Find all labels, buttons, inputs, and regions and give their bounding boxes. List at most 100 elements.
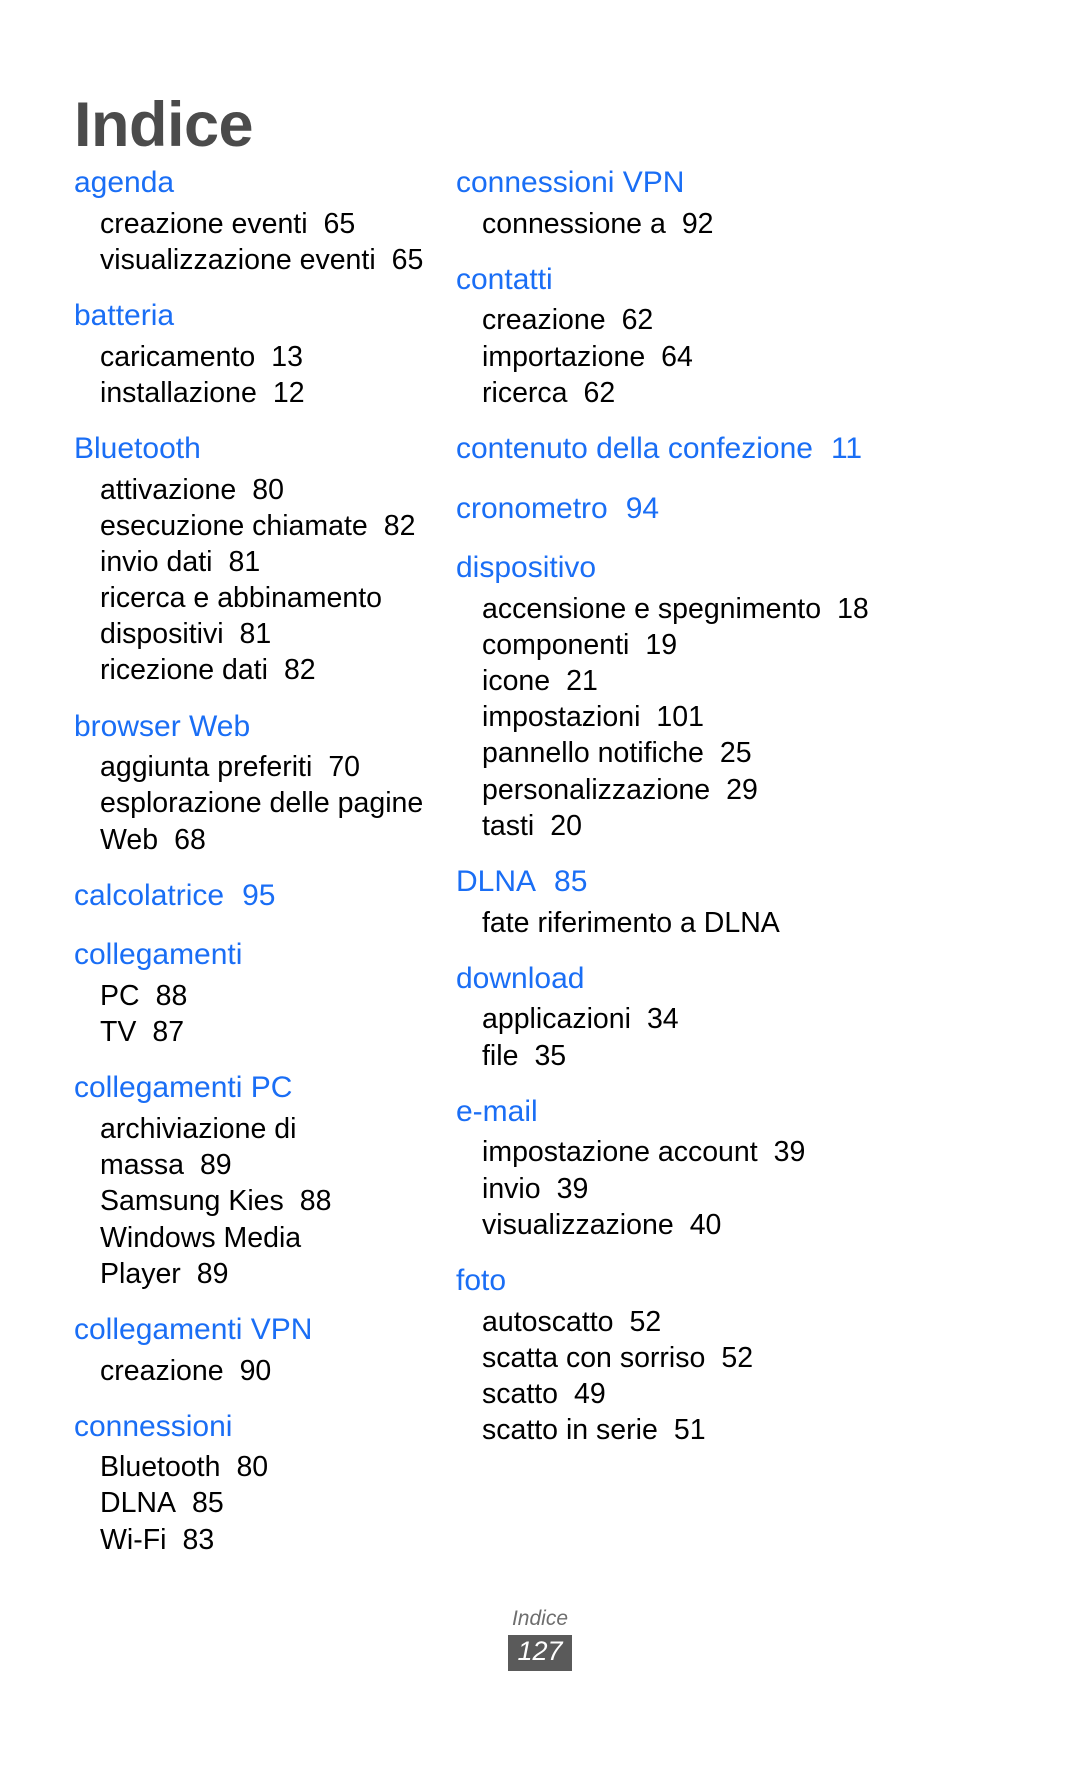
index-subentry[interactable]: Windows Media Player 89 [74, 1220, 430, 1292]
index-subentry[interactable]: Wi-Fi 83 [74, 1522, 430, 1558]
index-subentry[interactable]: fate riferimento a DLNA [456, 905, 990, 941]
index-entry: collegamenti VPN creazione 90 [74, 1309, 430, 1389]
index-subentry[interactable]: esecuzione chiamate 82 [74, 508, 430, 544]
index-entry-heading[interactable]: cronometro 94 [456, 488, 990, 531]
index-subentry-label: fate riferimento a DLNA [482, 906, 780, 939]
index-subentry[interactable]: applicazioni 34 [456, 1001, 990, 1037]
index-entry-heading-label: DLNA [456, 865, 537, 899]
index-entry-heading[interactable]: batteria [74, 295, 430, 338]
index-entry-heading-page: 11 [830, 431, 863, 465]
index-subentry-page: 65 [323, 207, 356, 240]
index-subentry-list: autoscatto 52 scatta con sorriso 52 scatto 49… [456, 1304, 990, 1449]
index-subentry-list: caricamento 13 installazione 12 [74, 339, 430, 411]
index-subentry[interactable]: connessione a 92 [456, 206, 990, 242]
index-subentry[interactable]: accensione e spegnimento 18 [456, 591, 990, 627]
index-subentry-list: accensione e spegnimento 18 componenti 19 ic… [456, 591, 990, 844]
index-subentry[interactable]: PC 88 [74, 978, 430, 1014]
index-subentry-page: 81 [239, 618, 272, 651]
index-entry-heading[interactable]: collegamenti VPN [74, 1309, 430, 1352]
index-subentry[interactable]: creazione 90 [74, 1353, 430, 1389]
index-subentry-label: file [482, 1039, 519, 1072]
index-subentry[interactable]: installazione 12 [74, 375, 430, 411]
index-subentry-list: attivazione 80 esecuzione chiamate 82 invio … [74, 472, 430, 689]
index-subentry[interactable]: impostazione account 39 [456, 1134, 990, 1170]
index-subentry-label: Wi-Fi [100, 1523, 167, 1556]
index-subentry-list: creazione 62 importazione 64 ricerca 62 [456, 302, 990, 411]
index-entry-heading[interactable]: contatti [456, 259, 990, 302]
index-subentry-label: TV [100, 1016, 137, 1049]
index-subentry[interactable]: DLNA 85 [74, 1485, 430, 1521]
index-subentry[interactable]: Samsung Kies 88 [74, 1183, 430, 1219]
index-subentry[interactable]: importazione 64 [456, 339, 990, 375]
index-subentry[interactable]: visualizzazione eventi 65 [74, 242, 430, 278]
index-subentry[interactable]: invio 39 [456, 1171, 990, 1207]
index-subentry[interactable]: caricamento 13 [74, 339, 430, 375]
index-subentry[interactable]: file 35 [456, 1038, 990, 1074]
index-subentry[interactable]: scatto in serie 51 [456, 1412, 990, 1448]
index-subentry[interactable]: pannello notifiche 25 [456, 735, 990, 771]
index-subentry[interactable]: ricerca 62 [456, 375, 990, 411]
index-subentry-page: 70 [328, 751, 361, 784]
index-subentry-label: Samsung Kies [100, 1185, 284, 1218]
index-subentry[interactable]: creazione eventi 65 [74, 206, 430, 242]
index-subentry[interactable]: componenti 19 [456, 627, 990, 663]
index-subentry-page: 82 [283, 654, 316, 687]
index-entry-heading-label: dispositivo [456, 551, 597, 585]
index-entry-heading[interactable]: foto [456, 1260, 990, 1303]
index-entry: collegamenti PC 88 TV 87 [74, 934, 430, 1050]
index-subentry[interactable]: esplorazione delle pagine Web 68 [74, 785, 430, 857]
index-entry-heading[interactable]: agenda [74, 162, 430, 205]
left-column: agenda creazione eventi 65 visualizzazione … [0, 162, 430, 1558]
index-subentry-page: 68 [174, 823, 206, 856]
index-subentry[interactable]: tasti 20 [456, 808, 990, 844]
index-entry-heading[interactable]: e-mail [456, 1091, 990, 1134]
index-subentry-page: 13 [271, 340, 303, 373]
index-subentry[interactable]: TV 87 [74, 1014, 430, 1050]
index-subentry[interactable]: scatto 49 [456, 1376, 990, 1412]
index-subentry[interactable]: ricerca e abbinamento dispositivi 81 [74, 580, 430, 652]
index-subentry-label: Bluetooth [100, 1451, 221, 1484]
index-subentry[interactable]: visualizzazione 40 [456, 1207, 990, 1243]
index-subentry[interactable]: aggiunta preferiti 70 [74, 749, 430, 785]
index-subentry[interactable]: impostazioni 101 [456, 699, 990, 735]
index-entry-heading[interactable]: download [456, 958, 990, 1001]
index-entry: Bluetooth attivazione 80 esecuzione chiamat… [74, 428, 430, 689]
index-subentry-label: importazione [482, 340, 646, 373]
index-subentry-page: 90 [239, 1354, 272, 1387]
index-entry-heading[interactable]: browser Web [74, 706, 430, 749]
index-subentry-page: 20 [550, 809, 582, 842]
index-entry-heading[interactable]: connessioni [74, 1406, 430, 1449]
index-subentry-label: visualizzazione eventi [100, 243, 376, 276]
index-entry-heading[interactable]: collegamenti PC [74, 1067, 430, 1110]
index-entry-heading-label: e-mail [456, 1094, 538, 1128]
index-entry-heading-label: contatti [456, 262, 553, 296]
index-entry-heading[interactable]: dispositivo [456, 547, 990, 590]
index-entry-heading[interactable]: calcolatrice 95 [74, 875, 430, 918]
index-subentry[interactable]: autoscatto 52 [456, 1304, 990, 1340]
index-subentry[interactable]: scatta con sorriso 52 [456, 1340, 990, 1376]
index-subentry[interactable]: icone 21 [456, 663, 990, 699]
index-subentry[interactable]: invio dati 81 [74, 544, 430, 580]
index-entry-heading[interactable]: Bluetooth [74, 428, 430, 471]
index-subentry-page: 29 [726, 773, 758, 806]
index-subentry-page: 101 [656, 701, 704, 734]
index-subentry-list: fate riferimento a DLNA [456, 905, 990, 941]
index-entry-heading[interactable]: DLNA 85 [456, 861, 990, 904]
index-subentry[interactable]: creazione 62 [456, 302, 990, 338]
index-subentry-label: scatto [482, 1377, 559, 1410]
index-subentry[interactable]: personalizzazione 29 [456, 772, 990, 808]
index-entry-heading[interactable]: collegamenti [74, 934, 430, 977]
index-subentry-label: componenti [482, 628, 630, 661]
index-subentry[interactable]: Bluetooth 80 [74, 1449, 430, 1485]
index-subentry-label: scatta con sorriso [482, 1341, 706, 1374]
index-entry-heading[interactable]: connessioni VPN [456, 162, 990, 205]
index-subentry[interactable]: ricezione dati 82 [74, 652, 430, 688]
footer-section-label: Indice [511, 1606, 569, 1630]
index-entry-heading-label: batteria [74, 298, 175, 332]
index-subentry-label: applicazioni [482, 1003, 631, 1036]
index-subentry-label: tasti [482, 809, 535, 842]
index-subentry-list: archiviazione di massa 89 Samsung Kies 88 Wi… [74, 1111, 430, 1292]
index-subentry[interactable]: attivazione 80 [74, 472, 430, 508]
index-entry-heading[interactable]: contenuto della confezione 11 [456, 428, 990, 471]
index-subentry[interactable]: archiviazione di massa 89 [74, 1111, 430, 1183]
